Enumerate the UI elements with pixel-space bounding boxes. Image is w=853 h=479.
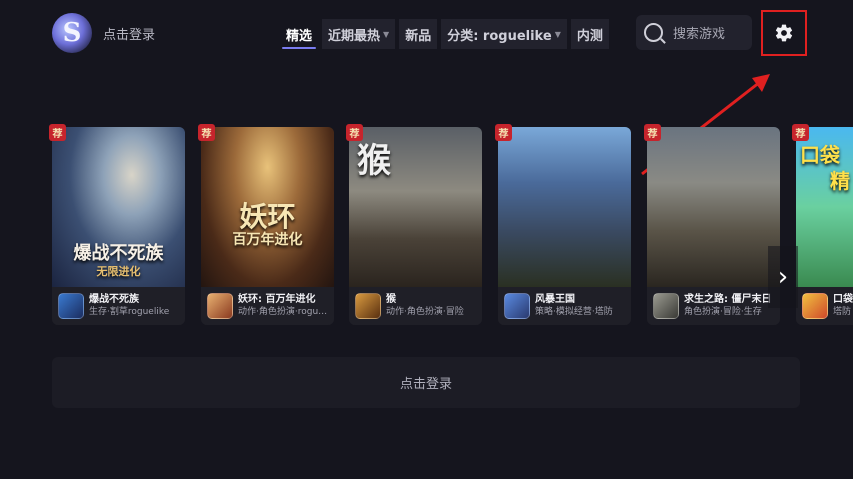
cover-subtitle: 精 <box>830 169 850 193</box>
tab-trending[interactable]: 近期最热 ▼ <box>322 19 396 49</box>
cover-title: 口袋 <box>800 143 840 167</box>
game-title: 求生之路: 僵尸末日 <box>684 294 772 305</box>
game-title: 妖环: 百万年进化 <box>238 294 316 305</box>
game-cover-art: 口袋 精 <box>796 127 853 287</box>
cover-subtitle: 百万年进化 <box>232 232 303 248</box>
chevron-down-icon: ▼ <box>383 29 390 39</box>
game-icon <box>504 293 530 319</box>
tab-category[interactable]: 分类: roguelike ▼ <box>441 19 567 49</box>
search-icon <box>644 23 663 42</box>
recommend-badge: 荐 <box>495 124 512 141</box>
game-title: 爆战不死族 <box>89 294 139 305</box>
gear-icon <box>775 24 793 42</box>
game-icon <box>653 293 679 319</box>
tab-new[interactable]: 新品 <box>399 19 438 49</box>
game-tags: 动作·角色扮演·roguelike <box>238 307 330 317</box>
game-carousel: 爆战不死族 无限进化 爆战不死族 生存·割草roguelike 妖环 百万年进化… <box>52 127 853 325</box>
search-placeholder: 搜索游戏 <box>673 27 726 42</box>
game-cover-art: 爆战不死族 无限进化 <box>52 127 185 287</box>
game-card[interactable]: 风暴王国 策略·模拟经营·塔防 <box>498 127 631 325</box>
login-label: 点击登录 <box>399 377 452 392</box>
game-card[interactable]: 求生之路: 僵尸末日 角色扮演·冒险·生存 <box>647 127 780 325</box>
carousel-next-button[interactable]: › <box>768 246 798 308</box>
recommend-badge: 荐 <box>792 124 809 141</box>
tab-beta[interactable]: 内测 <box>570 19 609 49</box>
nav-tabs: 精选 近期最热 ▼ 新品 分类: roguelike ▼ 内测 <box>280 19 613 49</box>
game-icon <box>207 293 233 319</box>
game-card[interactable]: 猴 猴 动作·角色扮演·冒险 <box>349 127 482 325</box>
login-button[interactable]: 点击登录 <box>52 357 800 408</box>
game-icon <box>802 293 828 319</box>
recommend-badge: 荐 <box>644 124 661 141</box>
chevron-right-icon: › <box>777 262 789 292</box>
game-card[interactable]: 妖环 百万年进化 妖环: 百万年进化 动作·角色扮演·roguelike <box>201 127 334 325</box>
recommend-badge: 荐 <box>346 124 363 141</box>
game-icon <box>355 293 381 319</box>
search-input[interactable]: 搜索游戏 <box>636 15 752 50</box>
game-tags: 生存·割草roguelike <box>89 307 170 317</box>
game-tags: 塔防 <box>833 307 852 317</box>
game-card[interactable]: 爆战不死族 无限进化 爆战不死族 生存·割草roguelike <box>52 127 185 325</box>
login-link[interactable]: 点击登录 <box>103 24 155 43</box>
game-title: 风暴王国 <box>535 294 575 305</box>
game-cover-art <box>647 127 780 287</box>
recommend-badge: 荐 <box>198 124 215 141</box>
game-card[interactable]: 口袋 精 口袋 塔防 <box>796 127 853 325</box>
settings-button[interactable] <box>761 10 807 56</box>
game-tags: 角色扮演·冒险·生存 <box>684 307 762 317</box>
game-cover-art <box>498 127 631 287</box>
cover-subtitle: 无限进化 <box>96 265 141 278</box>
tab-featured[interactable]: 精选 <box>280 19 318 49</box>
game-cover-art: 妖环 百万年进化 <box>201 127 334 287</box>
game-tags: 动作·角色扮演·冒险 <box>386 307 464 317</box>
cover-title: 爆战不死族 <box>73 243 164 264</box>
recommend-badge: 荐 <box>49 124 66 141</box>
chevron-down-icon: ▼ <box>554 29 561 39</box>
game-icon <box>58 293 84 319</box>
game-title: 口袋 <box>833 294 853 305</box>
cover-title: 猴 <box>357 141 391 181</box>
game-cover-art: 猴 <box>349 127 482 287</box>
game-title: 猴 <box>386 294 396 305</box>
game-tags: 策略·模拟经营·塔防 <box>535 307 613 317</box>
app-logo[interactable]: S <box>52 13 92 53</box>
